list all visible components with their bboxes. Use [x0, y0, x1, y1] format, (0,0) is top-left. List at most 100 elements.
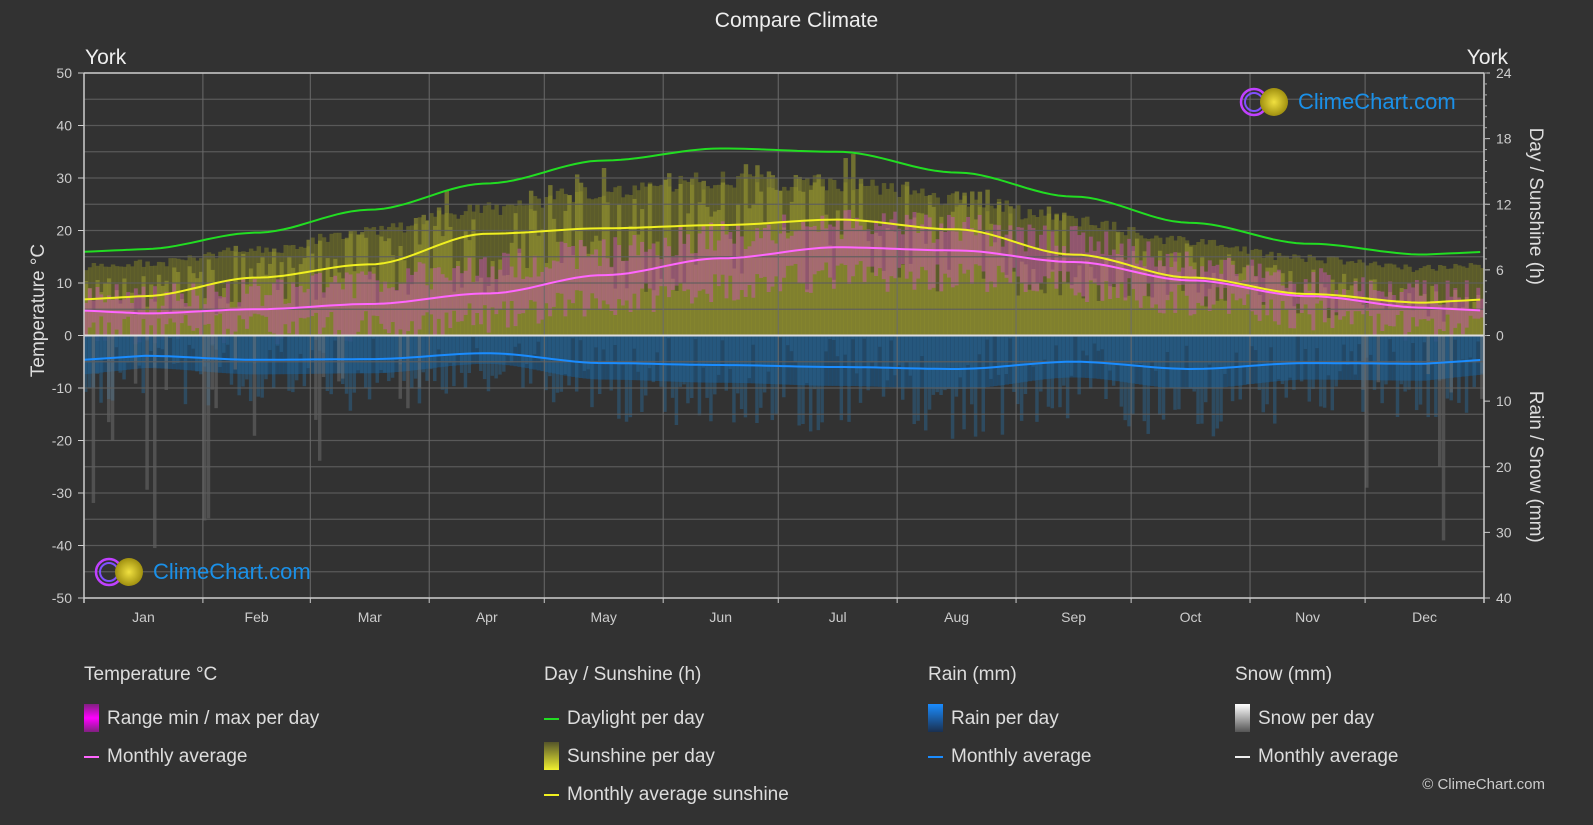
rain-bar [1265, 335, 1269, 405]
temp-range-bar [1204, 271, 1209, 297]
right-tick-label: 30 [1496, 524, 1512, 540]
snow-bar [1426, 335, 1430, 375]
sunshine-bar [908, 263, 914, 336]
temp-range-bar [486, 277, 491, 333]
rain-bar [617, 335, 621, 419]
temp-range-bar [1027, 224, 1032, 285]
temp-range-bar [517, 248, 522, 314]
copyright[interactable]: © ClimeChart.com [1422, 776, 1545, 793]
rain-bar [709, 335, 713, 422]
sunshine-bar [958, 203, 963, 336]
rain-bar [225, 335, 230, 345]
rain-bar [191, 335, 195, 349]
temp-range-bar [452, 268, 457, 311]
rain-bar [1368, 335, 1373, 355]
rain-bar [1250, 335, 1254, 347]
logo-text: ClimeChart.com [1298, 89, 1456, 114]
rain-bar [1468, 335, 1473, 358]
temp-range-bar [1391, 295, 1397, 327]
rain-bar [291, 335, 295, 393]
temp-range-bar [95, 287, 100, 342]
rain-bg-bar [1008, 335, 1013, 384]
temp-range-bar [1016, 227, 1021, 277]
temp-range-bar [1269, 275, 1274, 300]
rain-bar [1096, 335, 1101, 351]
right-tick-label: 12 [1496, 196, 1512, 212]
temp-range-bar [294, 286, 300, 337]
temp-range-bar [877, 226, 883, 269]
temp-range-bar [402, 283, 407, 338]
sunshine-bar [1081, 298, 1086, 336]
rain-bar [797, 335, 801, 426]
temp-range-bar [248, 286, 254, 317]
rain-bar [1027, 335, 1032, 364]
rain-bar [1142, 335, 1147, 422]
rain-bar [176, 335, 180, 363]
temp-range-bar [337, 283, 342, 331]
snow-bar [314, 335, 318, 420]
temp-range-bar [521, 278, 526, 314]
rain-bar [996, 335, 1001, 375]
temp-range-bar [663, 237, 668, 287]
temp-range-bar [1184, 251, 1190, 296]
rain-bar [1134, 335, 1139, 365]
snow-bar [340, 335, 345, 379]
temp-range-bar [601, 239, 607, 301]
rain-bar [245, 335, 249, 380]
temp-range-bar [970, 228, 975, 284]
rain-bar [1276, 335, 1281, 380]
temp-range-bar [835, 218, 841, 266]
rain-bar [590, 335, 594, 408]
temp-range-bar [1073, 226, 1078, 296]
temp-range-bar [1123, 259, 1128, 301]
temp-range-bar [1460, 300, 1466, 335]
rain-bar [950, 335, 955, 439]
rain-bar [440, 335, 445, 390]
logo-bottom-left[interactable]: ClimeChart.com [93, 556, 311, 588]
temp-range-bar [1422, 280, 1427, 320]
rain-bar [1380, 335, 1384, 404]
temp-range-bar [390, 287, 396, 323]
sunshine-bar [1180, 290, 1186, 336]
temp-range-bar [463, 270, 468, 315]
temp-range-bar [1062, 246, 1067, 282]
rain-bar [1303, 335, 1308, 349]
rain-bar [1334, 335, 1338, 387]
rain-bar [690, 335, 694, 398]
city-label-left: York [85, 46, 127, 69]
temp-range-bar [559, 241, 564, 294]
month-label: Dec [1412, 609, 1437, 625]
temp-range-bar [1115, 253, 1121, 298]
temp-range-bar [325, 287, 330, 318]
sunshine-bar [1092, 278, 1098, 336]
rain-bar [1219, 335, 1223, 422]
rain-bar [1100, 335, 1104, 350]
snow-bar [1449, 335, 1453, 393]
climechart-logo-icon [94, 557, 143, 587]
rain-bar [348, 335, 353, 411]
rain-bar [525, 335, 529, 364]
right-tick-label: 20 [1496, 459, 1512, 475]
line-swatch-icon [544, 794, 559, 796]
rain-bar [728, 335, 732, 369]
sunshine-bar [935, 291, 940, 336]
rain-bar [1269, 335, 1273, 348]
sunshine-bar [644, 291, 649, 336]
rain-bar [421, 335, 425, 373]
temp-range-bar [87, 288, 93, 328]
temp-range-bar [298, 285, 304, 318]
temp-range-bar [1000, 246, 1005, 273]
rain-bar [1399, 335, 1404, 385]
temp-range-bar [1085, 252, 1090, 303]
rain-bar [551, 335, 556, 403]
logo-top-right[interactable]: ClimeChart.com [1238, 86, 1456, 118]
rain-bg-bar [471, 335, 476, 365]
rain-bar [1092, 335, 1097, 344]
temp-range-bar [605, 258, 610, 305]
rain-bar [1000, 335, 1005, 435]
temp-range-bar [624, 260, 630, 301]
sunshine-bar [214, 313, 219, 336]
rain-bg-bar [828, 335, 833, 386]
temp-range-bar [751, 241, 756, 298]
rain-bar [1173, 335, 1177, 410]
